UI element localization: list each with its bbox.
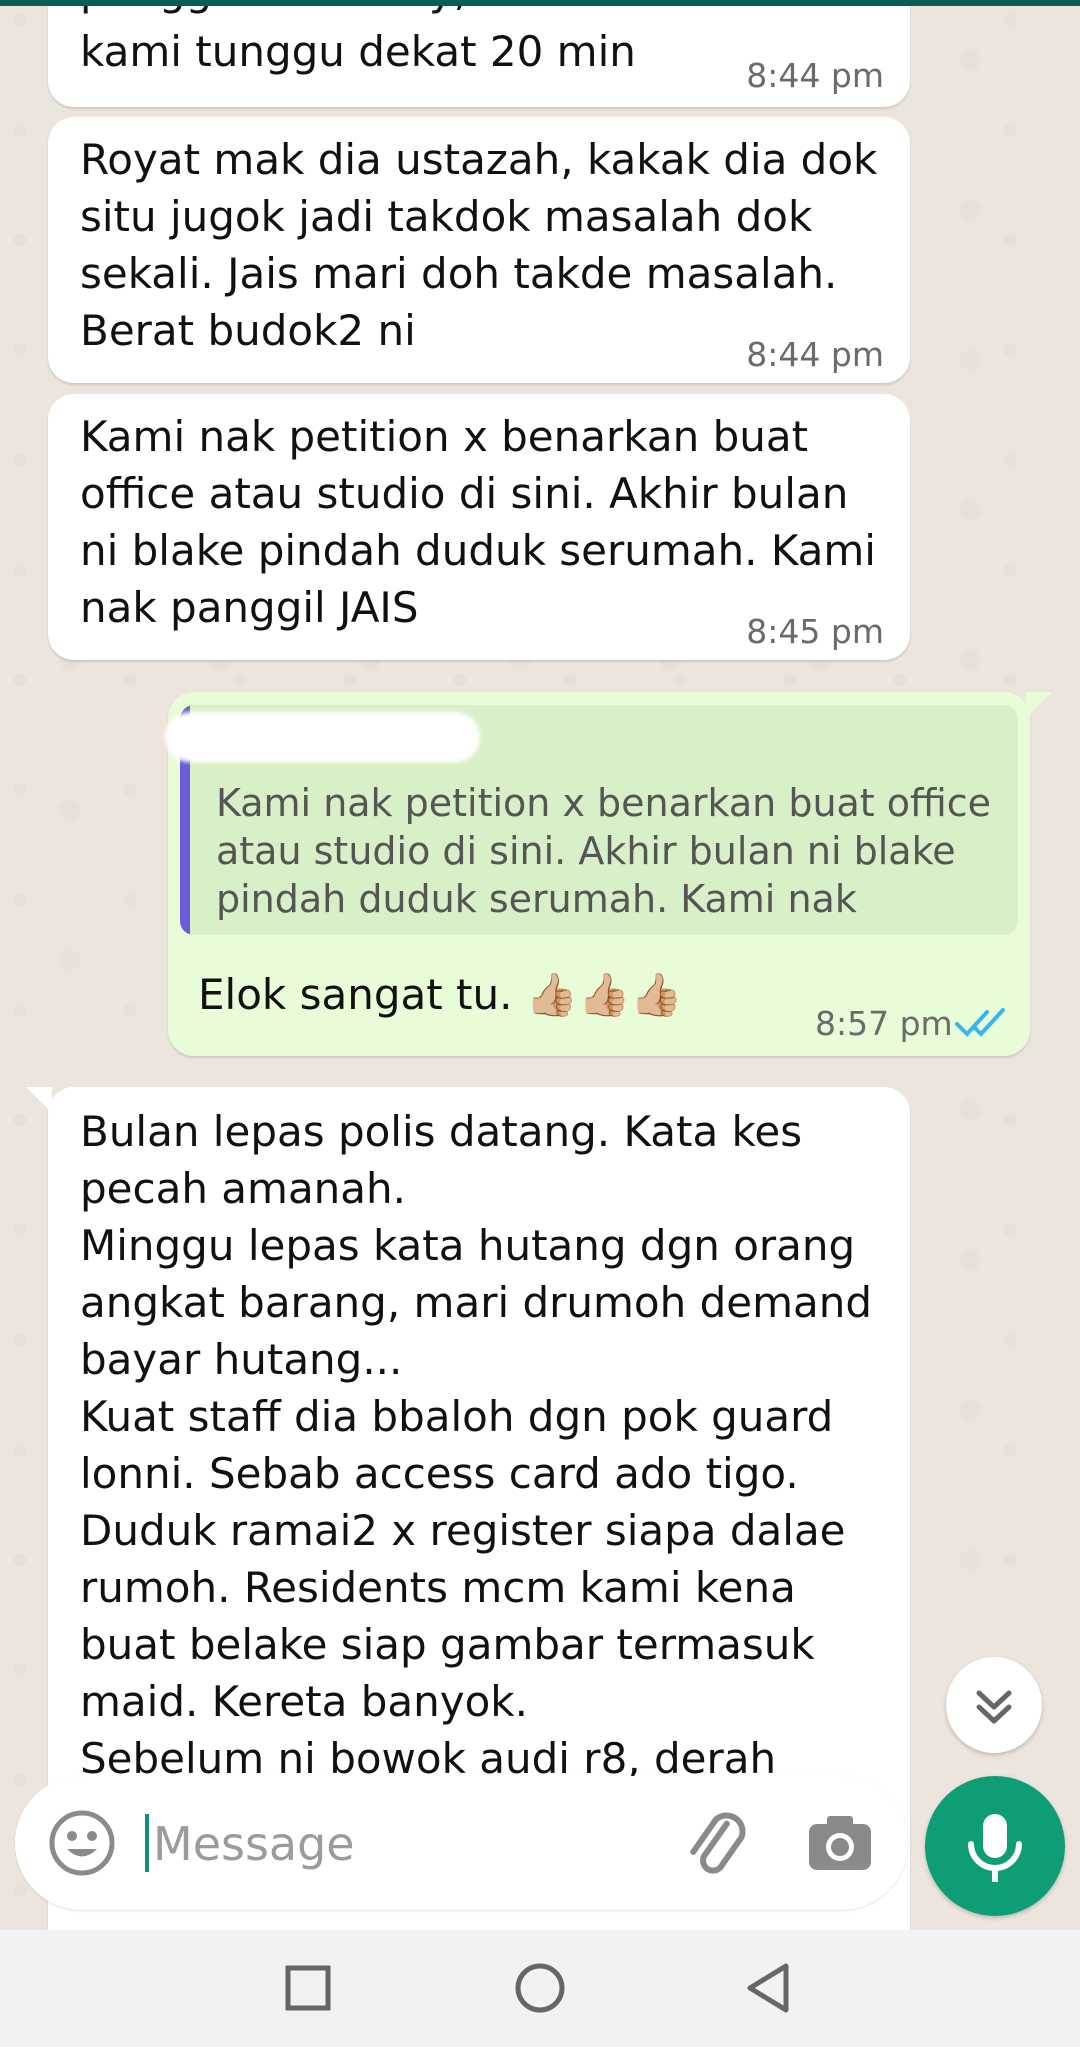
bubble-tail [26,1087,52,1113]
message-time: 8:44 pm [746,335,884,374]
message-time: 8:44 pm [746,56,884,95]
paperclip-icon[interactable] [670,1798,760,1888]
message-time: 8:57 pm [815,1004,953,1043]
top-status-strip [0,0,1080,6]
scroll-to-bottom-button[interactable] [946,1657,1042,1753]
chat-background: panggil nak bloey, dia bulen buat kami t… [0,0,1080,1930]
message-bubble-incoming[interactable]: panggil nak bloey, dia bulen buat kami t… [48,0,910,107]
message-text: Elok sangat tu. 👍🏼👍🏼👍🏼 [198,970,683,1019]
message-bubble-incoming[interactable]: Kami nak petition x benarkan buat office… [48,394,910,660]
microphone-icon [968,1814,1022,1882]
quoted-message-text: Kami nak petition x benarkan buat office… [216,781,992,935]
message-time: 8:45 pm [746,612,884,651]
circle-icon[interactable] [500,1948,580,2028]
camera-icon[interactable] [795,1798,885,1888]
message-text: Bulan lepas polis datang. Kata kes pecah… [80,1107,873,1783]
message-bubble-incoming[interactable]: Royat mak dia ustazah, kakak dia dok sit… [48,117,910,383]
message-text: Kami nak petition x benarkan buat office… [80,412,876,632]
message-text: Royat mak dia ustazah, kakak dia dok sit… [80,135,878,355]
redacted-sender-name [165,712,480,762]
message-text: kami tunggu dekat 20 min [80,27,636,76]
emoji-icon[interactable] [45,1806,119,1880]
double-check-read-icon [955,1008,1005,1037]
system-navigation-bar [0,1930,1080,2047]
message-composer [15,1776,908,1910]
double-chevron-down-icon [976,1690,1012,1724]
text-caret [145,1814,149,1872]
bubble-tail [1026,692,1052,718]
square-icon[interactable] [268,1948,348,2028]
triangle-back-icon[interactable] [730,1948,810,2028]
microphone-button[interactable] [925,1776,1065,1916]
message-input[interactable] [151,1804,555,1884]
